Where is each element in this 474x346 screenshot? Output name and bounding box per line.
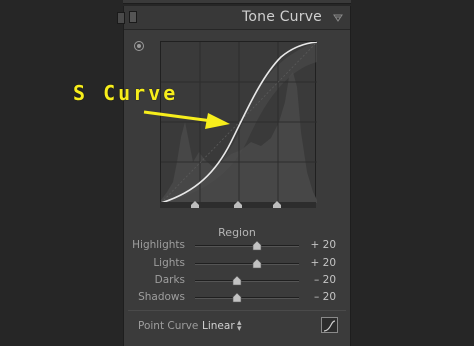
panel-divider — [128, 310, 346, 311]
slider-label: Shadows — [138, 291, 185, 303]
panel-top-edge — [123, 0, 351, 4]
panel-header[interactable]: Tone Curve — [124, 6, 350, 30]
split-handle-shadows — [191, 201, 199, 208]
slider-row-highlights: Highlights + 20 — [124, 238, 350, 254]
chevron-updown-icon[interactable]: ▴ ▾ — [237, 319, 242, 334]
triangle-menu-icon[interactable] — [333, 13, 343, 23]
slider-track[interactable] — [195, 241, 299, 251]
point-curve-select[interactable]: Linear — [202, 320, 235, 332]
slider-value[interactable]: + 20 — [296, 257, 337, 269]
panel-title: Tone Curve — [242, 9, 322, 25]
slider-label: Darks — [154, 274, 185, 286]
annotation-label: S Curve — [73, 81, 179, 105]
tone-curve-graph[interactable] — [160, 41, 317, 203]
point-curve-label: Point Curve : — [138, 320, 206, 332]
slider-label: Highlights — [132, 239, 185, 251]
targeted-adjustment-icon[interactable] — [134, 41, 144, 51]
slider-label: Lights — [153, 257, 185, 269]
split-handles[interactable] — [160, 200, 316, 210]
edit-point-curve-icon — [323, 320, 336, 332]
slider-track[interactable] — [195, 259, 299, 269]
slider-track[interactable] — [195, 293, 299, 303]
region-split-bar — [160, 200, 316, 210]
slider-row-shadows: Shadows – 20 — [124, 290, 350, 306]
slider-value[interactable]: – 20 — [296, 274, 336, 286]
slider-row-darks: Darks – 20 — [124, 273, 350, 289]
edit-point-curve-button[interactable] — [321, 317, 338, 333]
panel-collapse-tab[interactable] — [117, 12, 125, 24]
slider-track[interactable] — [195, 276, 299, 286]
curve-canvas — [161, 42, 317, 203]
slider-value[interactable]: – 20 — [296, 291, 336, 303]
split-handle-midtones — [234, 201, 242, 208]
slider-row-lights: Lights + 20 — [124, 256, 350, 272]
slider-value[interactable]: + 20 — [296, 239, 337, 251]
split-handle-highlights — [273, 201, 281, 208]
tone-curve-panel: Tone Curve Region Point Curve: Linear ▴… — [123, 6, 351, 346]
panel-switch-icon[interactable] — [129, 11, 137, 23]
